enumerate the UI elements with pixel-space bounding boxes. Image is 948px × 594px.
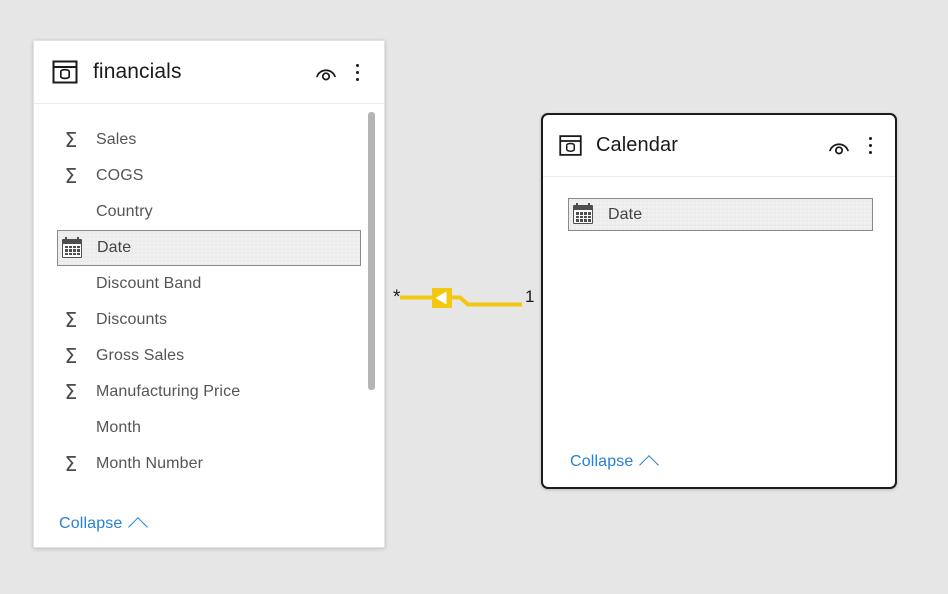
collapse-button[interactable]: Collapse — [59, 515, 149, 537]
field-row[interactable]: Σ Month Number — [57, 446, 361, 482]
field-row[interactable]: Σ Discounts — [57, 302, 361, 338]
field-label: Product — [96, 482, 152, 487]
no-icon — [58, 271, 84, 297]
chevron-up-icon — [639, 455, 660, 475]
field-label: Manufacturing Price — [96, 383, 241, 400]
calendar-icon — [570, 202, 596, 228]
field-row-selected[interactable]: Date — [568, 198, 873, 231]
field-label: Discount Band — [96, 275, 202, 292]
chevron-up-icon — [128, 517, 149, 537]
field-row[interactable]: Σ COGS — [57, 158, 361, 194]
sigma-icon: Σ — [64, 128, 78, 152]
table-footer-calendar: Collapse — [543, 437, 895, 487]
no-icon — [58, 482, 84, 496]
sigma-icon: Σ — [64, 308, 78, 332]
table-footer-financials: Collapse — [34, 501, 384, 547]
field-row[interactable]: Month — [57, 410, 361, 446]
table-title: Calendar — [596, 134, 678, 156]
no-icon — [58, 199, 84, 225]
table-icon — [558, 133, 583, 158]
left-arrow-icon — [432, 288, 452, 308]
table-header-actions — [314, 62, 366, 82]
eye-icon[interactable] — [827, 137, 851, 155]
collapse-button[interactable]: Collapse — [570, 453, 660, 475]
calendar-icon — [59, 235, 85, 261]
cardinality-many: * — [393, 287, 401, 308]
sigma-icon: Σ — [64, 452, 78, 476]
cardinality-one: 1 — [525, 287, 535, 306]
table-title: financials — [93, 60, 182, 83]
table-card-calendar[interactable]: Calendar Date Collapse — [541, 113, 897, 489]
field-list-scrollbar[interactable] — [368, 104, 375, 501]
field-row-selected[interactable]: Date — [57, 230, 361, 266]
more-options-icon[interactable] — [348, 62, 366, 82]
collapse-label: Collapse — [59, 515, 123, 532]
scrollbar-thumb[interactable] — [368, 111, 375, 390]
field-label: COGS — [96, 167, 144, 184]
sigma-icon: Σ — [64, 380, 78, 404]
field-row[interactable]: Σ Gross Sales — [57, 338, 361, 374]
field-row[interactable]: Country — [57, 194, 361, 230]
field-row[interactable]: Discount Band — [57, 266, 361, 302]
field-label: Month Number — [96, 455, 204, 472]
field-row[interactable]: Σ Sales — [57, 122, 361, 158]
table-header-calendar[interactable]: Calendar — [543, 115, 895, 177]
field-label: Date — [608, 205, 643, 223]
field-label: Country — [96, 203, 153, 220]
field-label: Discounts — [96, 311, 168, 328]
field-list-calendar: Date — [543, 177, 895, 437]
eye-icon[interactable] — [314, 63, 338, 81]
field-label: Date — [97, 239, 132, 256]
table-icon — [51, 58, 79, 86]
table-header-actions — [827, 136, 879, 156]
sigma-icon: Σ — [64, 344, 78, 368]
field-label: Gross Sales — [96, 347, 185, 364]
field-label: Sales — [96, 131, 137, 148]
relationship-connector[interactable] — [388, 276, 538, 322]
more-options-icon[interactable] — [861, 136, 879, 156]
table-body-financials[interactable]: Σ Sales Σ COGS Country Date Discount Ban… — [34, 104, 384, 501]
field-row[interactable]: Σ Manufacturing Price — [57, 374, 361, 410]
table-header-financials[interactable]: financials — [34, 41, 384, 104]
sigma-icon: Σ — [64, 164, 78, 188]
field-label: Month — [96, 419, 141, 436]
field-list-financials: Σ Sales Σ COGS Country Date Discount Ban… — [34, 104, 384, 501]
model-view-canvas[interactable]: financials Σ Sales Σ COGS Country Date D… — [0, 0, 948, 594]
table-body-calendar[interactable]: Date — [543, 177, 895, 437]
collapse-label: Collapse — [570, 453, 634, 470]
field-row[interactable]: Product — [57, 482, 361, 496]
table-card-financials[interactable]: financials Σ Sales Σ COGS Country Date D… — [33, 40, 385, 548]
no-icon — [58, 415, 84, 441]
